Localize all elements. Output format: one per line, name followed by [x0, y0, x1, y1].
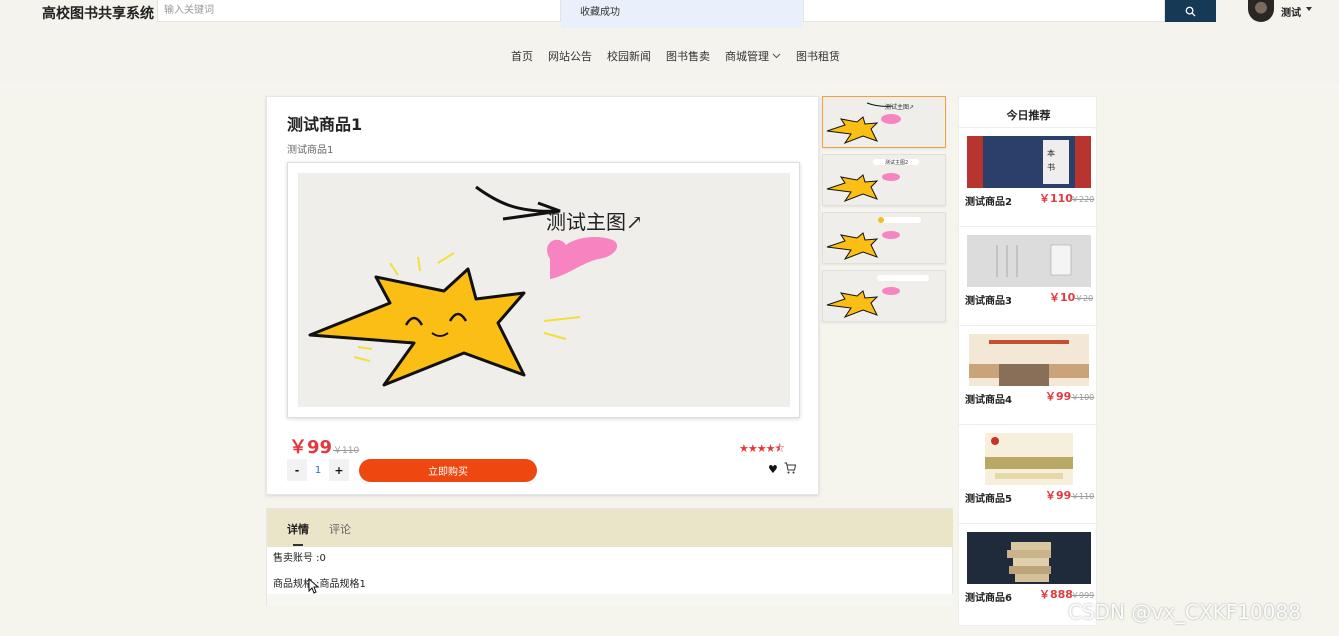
seller-account: 售卖账号 :0 — [273, 553, 326, 564]
favorite-heart-icon[interactable]: ♥ — [768, 463, 778, 476]
recommend-item-image[interactable] — [967, 235, 1091, 287]
details-panel: 详情 评论 售卖账号 :0 商品规格 :商品规格1 — [266, 508, 953, 606]
svg-text:测试主图↗: 测试主图↗ — [885, 103, 914, 111]
recommend-item-price: ￥110 — [1039, 192, 1073, 205]
thumbnail-4[interactable] — [822, 270, 946, 322]
recommend-item-price: ￥99 — [1045, 390, 1072, 403]
quantity-value[interactable]: 1 — [307, 459, 329, 481]
search-input[interactable]: 输入关键词 — [157, 0, 561, 22]
recommend-item-old-price: ￥20 — [1075, 294, 1094, 303]
recommend-item-image[interactable] — [969, 334, 1089, 386]
site-brand[interactable]: 高校图书共享系统 — [42, 3, 154, 23]
product-price: ￥99 — [289, 437, 333, 458]
recommend-item[interactable]: 本书 测试商品2 ￥110 ￥220 — [959, 127, 1098, 226]
recommend-item-price: ￥99 — [1045, 489, 1072, 502]
toast-message: 收藏成功 — [561, 0, 803, 28]
main-product-image[interactable]: 测试主图↗ — [298, 173, 790, 407]
quantity-stepper: - 1 + — [287, 459, 349, 481]
nav-book-sales[interactable]: 图书售卖 — [666, 48, 710, 64]
product-original-price: ￥110 — [333, 446, 360, 456]
recommend-item-price: ￥10 — [1049, 291, 1076, 304]
main-image-caption: 测试主图↗ — [546, 210, 643, 234]
caret-down-icon[interactable] — [1306, 7, 1312, 11]
details-footer — [267, 594, 953, 606]
tab-comments[interactable]: 评论 — [329, 521, 351, 537]
main-image-frame: 测试主图↗ — [287, 162, 800, 418]
recommend-title: 今日推荐 — [1006, 109, 1051, 122]
recommend-item-old-price: ￥100 — [1071, 393, 1095, 402]
chevron-down-icon — [772, 53, 781, 59]
recommend-item-name[interactable]: 测试商品6 — [965, 589, 1012, 604]
nav-home[interactable]: 首页 — [511, 48, 533, 64]
nav-book-rental[interactable]: 图书租赁 — [796, 48, 840, 64]
svg-text:书: 书 — [1047, 162, 1055, 172]
search-button[interactable] — [1165, 0, 1216, 22]
nav-announcements[interactable]: 网站公告 — [548, 48, 592, 64]
nav-shop-management[interactable]: 商城管理 — [725, 48, 781, 64]
svg-text:测试主图2: 测试主图2 — [885, 159, 908, 166]
recommend-item-old-price: ￥220 — [1071, 195, 1095, 204]
recommend-item-image[interactable] — [985, 433, 1073, 485]
thumbnail-1[interactable]: 测试主图↗ — [822, 96, 946, 148]
recommend-item-name[interactable]: 测试商品2 — [965, 193, 1012, 208]
nav-campus-news[interactable]: 校园新闻 — [607, 48, 651, 64]
thumbnail-2[interactable]: 测试主图2 — [822, 154, 946, 206]
nav-shop-management-label: 商城管理 — [725, 50, 769, 63]
mouse-cursor-icon — [308, 578, 320, 594]
cart-icon[interactable] — [784, 462, 796, 474]
user-avatar[interactable] — [1248, 0, 1274, 22]
main-nav: 首页 网站公告 校园新闻 图书售卖 商城管理 图书租赁 — [0, 48, 1339, 64]
watermark: CSDN @vx_CXKF10088 — [1068, 600, 1301, 624]
thumbnail-3[interactable] — [822, 212, 946, 264]
search-icon — [1185, 6, 1196, 17]
recommend-item-name[interactable]: 测试商品5 — [965, 490, 1012, 505]
quantity-increment-button[interactable]: + — [329, 459, 349, 481]
svg-text:本: 本 — [1047, 148, 1055, 158]
quantity-decrement-button[interactable]: - — [287, 459, 307, 481]
tab-bar: 详情 评论 — [267, 509, 953, 547]
recommend-item[interactable]: 测试商品5 ￥99 ￥110 — [959, 424, 1098, 523]
recommend-item-image[interactable]: 本书 — [967, 136, 1091, 188]
recommend-item-name[interactable]: 测试商品4 — [965, 391, 1012, 406]
tab-details[interactable]: 详情 — [287, 521, 309, 537]
product-subtitle: 测试商品1 — [287, 145, 334, 156]
active-tab-indicator — [293, 544, 303, 546]
recommend-item-image[interactable] — [967, 532, 1091, 584]
product-card: 测试商品1 测试商品1 测试主图↗ ￥99 ￥110 ★★★★⯪ - 1 + 立… — [266, 96, 819, 495]
recommend-item-old-price: ￥110 — [1071, 492, 1095, 501]
recommend-panel: 今日推荐 本书 测试商品2 ￥110 ￥220 测试商品3 ￥10 ￥20 测试… — [958, 96, 1098, 626]
user-name[interactable]: 测试 — [1281, 4, 1301, 19]
recommend-item[interactable]: 测试商品3 ￥10 ￥20 — [959, 226, 1098, 325]
buy-now-button[interactable]: 立即购买 — [359, 459, 537, 482]
search-input-extension[interactable] — [803, 0, 1165, 22]
rating-stars: ★★★★⯪ — [739, 442, 785, 455]
recommend-item[interactable]: 测试商品4 ￥99 ￥100 — [959, 325, 1098, 424]
recommend-item-name[interactable]: 测试商品3 — [965, 292, 1012, 307]
top-bar: 高校图书共享系统 输入关键词 收藏成功 测试 首页 网站公告 校园新闻 图书售卖… — [0, 0, 1339, 84]
product-title: 测试商品1 — [287, 115, 363, 134]
